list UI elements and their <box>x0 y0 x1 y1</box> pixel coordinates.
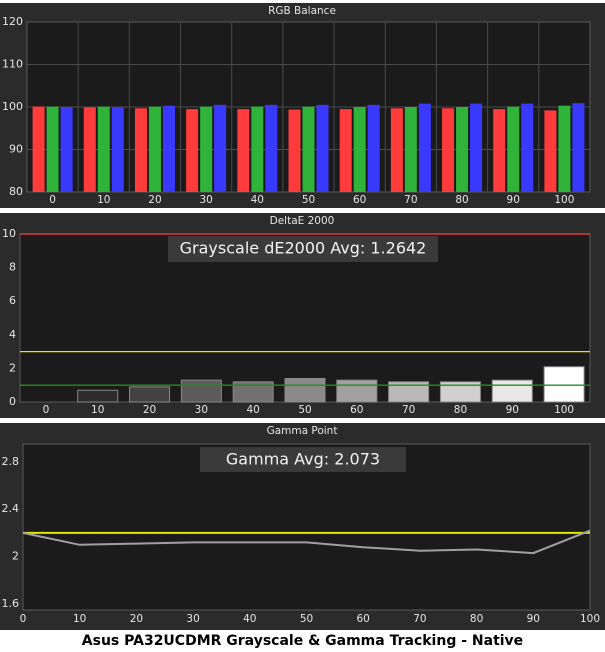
deltae-bar <box>129 386 171 403</box>
rgb-x-tick-label: 40 <box>251 194 264 206</box>
gamma-y-tick-label: 1.6 <box>2 597 20 610</box>
gamma-y-tick-label: 2 <box>12 550 19 563</box>
rgb-bar-green <box>558 105 571 192</box>
deltae-y-tick-label: 0 <box>9 395 16 408</box>
rgb-bar-blue <box>572 103 585 192</box>
gamma-x-tick-label: 60 <box>357 613 370 625</box>
deltae-x-tick-label: 80 <box>454 404 467 416</box>
deltae-y-tick-label: 10 <box>2 227 16 240</box>
rgb-bar-blue <box>521 103 534 192</box>
deltae-y-tick-label: 4 <box>9 328 16 341</box>
rgb-bar-green <box>507 106 520 192</box>
rgb-bar-red <box>390 108 403 192</box>
gamma-x-tick-label: 50 <box>300 613 313 625</box>
deltae-bar <box>284 377 326 403</box>
rgb-x-tick-label: 30 <box>199 194 212 206</box>
gamma-y-tick-label: 2.8 <box>2 455 20 468</box>
rgb-x-tick-label: 60 <box>353 194 366 206</box>
deltae-bar <box>180 379 222 403</box>
rgb-bar-green <box>46 106 59 192</box>
rgb-balance-title: RGB Balance <box>268 5 336 17</box>
rgb-x-tick-label: 0 <box>49 194 56 206</box>
deltae-bar <box>543 366 585 403</box>
rgb-x-tick-label: 90 <box>507 194 520 206</box>
gamma-panel: Gamma Point 1.6 2 2.4 2.8 0 10 20 30 40 50 60 70 80 90… <box>0 423 605 630</box>
deltae-title: DeltaE 2000 <box>270 215 335 227</box>
gamma-y-tick-label: 2.4 <box>2 502 20 515</box>
rgb-bar-green <box>97 106 110 192</box>
deltae-panel: DeltaE 200002468100 10 20 30 40 50 60 70 80 90 100… <box>0 213 605 418</box>
deltae-x-tick-label: 90 <box>506 404 519 416</box>
rgb-bar-green <box>148 106 161 192</box>
rgb-y-tick-label: 80 <box>9 185 23 198</box>
deltae-x-tick-label: 40 <box>246 404 259 416</box>
chart-stage: RGB Balance 80 90 100 110 120 0 10 20 30 40 50 60 70 8… <box>0 0 605 652</box>
gamma-x-tick-label: 30 <box>186 613 199 625</box>
gamma-x-tick-label: 90 <box>527 613 540 625</box>
deltae-bar <box>77 389 119 403</box>
rgb-x-tick-label: 50 <box>302 194 315 206</box>
rgb-bar-red <box>442 108 455 192</box>
rgb-bar-blue <box>265 104 278 192</box>
deltae-annotation: Grayscale dE2000 Avg: 1.2642 <box>180 239 427 258</box>
rgb-bar-red <box>83 107 96 192</box>
rgb-x-tick-label: 20 <box>148 194 161 206</box>
rgb-bar-blue <box>470 103 483 192</box>
calibration-charts: RGB Balance80901001101200 10 20 30 40 50 60 70 8… <box>0 3 605 630</box>
deltae-x-tick-label: 70 <box>402 404 415 416</box>
rgb-x-tick-label: 100 <box>554 194 574 206</box>
gamma-x-tick-label: 0 <box>20 613 27 625</box>
rgb-y-tick-label: 90 <box>9 143 23 156</box>
rgb-y-tick-label: 110 <box>2 58 23 71</box>
rgb-bar-red <box>237 109 250 192</box>
deltae-x-tick-label: 50 <box>298 404 311 416</box>
rgb-bar-red <box>493 109 506 192</box>
gamma-x-tick-label: 100 <box>580 613 600 625</box>
deltae-x-tick-label: 0 <box>43 404 50 416</box>
chart-caption: Asus PA32UCDMR Grayscale & Gamma Trackin… <box>81 633 524 649</box>
rgb-y-tick-label: 120 <box>2 15 23 28</box>
rgb-bar-blue <box>60 107 73 192</box>
rgb-bar-red <box>134 108 147 192</box>
deltae-x-tick-label: 100 <box>554 404 574 416</box>
rgb-x-tick-label: 80 <box>455 194 468 206</box>
rgb-bar-red <box>32 106 45 192</box>
rgb-bar-red <box>186 109 199 192</box>
gamma-x-tick-label: 80 <box>470 613 483 625</box>
rgb-x-tick-label: 70 <box>404 194 417 206</box>
rgb-bar-blue <box>214 104 227 192</box>
deltae-bar <box>336 379 378 403</box>
deltae-y-tick-label: 8 <box>9 261 16 274</box>
rgb-bar-green <box>251 106 264 192</box>
rgb-bar-blue <box>111 107 124 192</box>
gamma-x-tick-label: 40 <box>243 613 256 625</box>
deltae-x-tick-label: 10 <box>91 404 104 416</box>
rgb-bar-blue <box>367 104 380 192</box>
deltae-x-tick-label: 20 <box>143 404 156 416</box>
deltae-x-tick-label: 60 <box>350 404 363 416</box>
rgb-bar-green <box>404 107 417 192</box>
rgb-bar-green <box>302 106 315 192</box>
rgb-bar-green <box>456 107 469 192</box>
rgb-y-tick-label: 100 <box>2 100 23 113</box>
rgb-bar-red <box>288 109 301 192</box>
deltae-y-tick-label: 2 <box>9 361 16 374</box>
rgb-balance-panel: RGB Balance 80 90 100 110 120 0 10 20 30 40 50 60 70 8… <box>0 3 605 208</box>
deltae-bar <box>491 379 533 403</box>
deltae-x-tick-label: 30 <box>195 404 208 416</box>
rgb-bar-red <box>339 109 352 192</box>
gamma-x-tick-label: 70 <box>413 613 426 625</box>
rgb-bar-blue <box>316 104 329 192</box>
gamma-x-tick-label: 20 <box>130 613 143 625</box>
rgb-bar-green <box>353 107 366 192</box>
rgb-x-tick-label: 10 <box>97 194 110 206</box>
gamma-annotation: Gamma Avg: 2.073 <box>226 450 380 469</box>
gamma-x-tick-label: 10 <box>73 613 86 625</box>
rgb-bar-red <box>544 110 557 192</box>
gamma-title: Gamma Point <box>267 425 338 437</box>
rgb-bar-blue <box>162 105 175 192</box>
deltae-y-tick-label: 6 <box>9 294 16 307</box>
rgb-bar-green <box>200 106 213 192</box>
rgb-bar-blue <box>418 103 431 192</box>
